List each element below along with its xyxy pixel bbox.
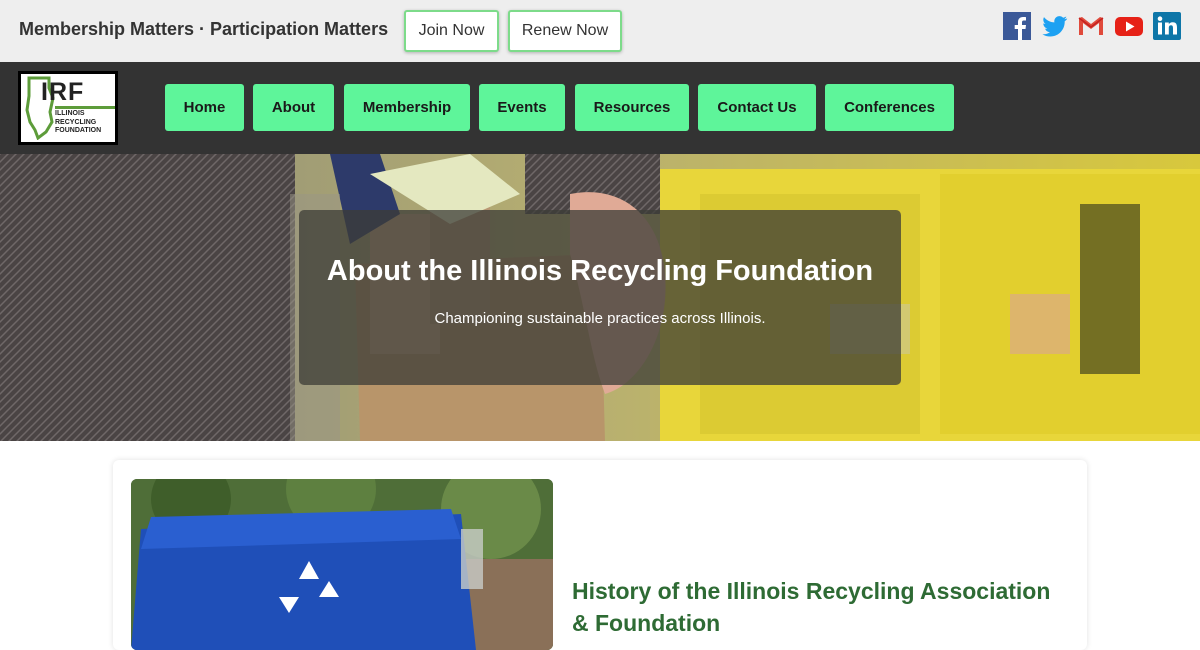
section-heading: History of the Illinois Recycling Associ…: [572, 578, 1051, 636]
gmail-icon[interactable]: [1077, 12, 1105, 40]
nav-home[interactable]: Home: [165, 84, 244, 131]
nav-membership[interactable]: Membership: [344, 84, 470, 131]
recycling-bin-photo: [131, 479, 553, 650]
hero-overlay: About the Illinois Recycling Foundation …: [299, 210, 901, 385]
logo-underline: [55, 106, 115, 109]
tagline: Membership Matters · Participation Matte…: [19, 19, 389, 39]
page-title: About the Illinois Recycling Foundation: [326, 255, 874, 287]
nav-events[interactable]: Events: [479, 84, 565, 131]
hero-banner: About the Illinois Recycling Foundation …: [0, 154, 1200, 441]
join-now-button[interactable]: Join Now: [404, 10, 499, 52]
youtube-icon[interactable]: [1115, 12, 1143, 40]
nav-resources[interactable]: Resources: [575, 84, 689, 131]
top-bar: Membership Matters · Participation Matte…: [0, 0, 1200, 62]
logo-line-3: FOUNDATION: [55, 127, 102, 134]
facebook-icon[interactable]: [1003, 12, 1031, 40]
irf-logo[interactable]: IRF ILLINOIS RECYCLING FOUNDATION: [18, 71, 118, 145]
history-card: History of the Illinois Recycling Associ…: [113, 460, 1087, 650]
logo-mark: IRF: [41, 78, 85, 106]
logo-line-1: ILLINOIS: [55, 110, 85, 117]
recycling-bin-image: [131, 479, 553, 650]
logo-line-2: RECYCLING: [55, 118, 97, 126]
renew-now-button[interactable]: Renew Now: [508, 10, 622, 52]
linkedin-icon[interactable]: [1153, 12, 1181, 40]
twitter-icon[interactable]: [1040, 12, 1068, 40]
logo-subtitle: ILLINOIS RECYCLING FOUNDATION: [55, 110, 101, 136]
nav-about[interactable]: About: [253, 84, 334, 131]
main-navigation: IRF ILLINOIS RECYCLING FOUNDATION Home A…: [0, 62, 1200, 154]
nav-conferences[interactable]: Conferences: [825, 84, 954, 131]
hero-subtitle: Championing sustainable practices across…: [434, 310, 766, 327]
nav-contact-us[interactable]: Contact Us: [698, 84, 816, 131]
